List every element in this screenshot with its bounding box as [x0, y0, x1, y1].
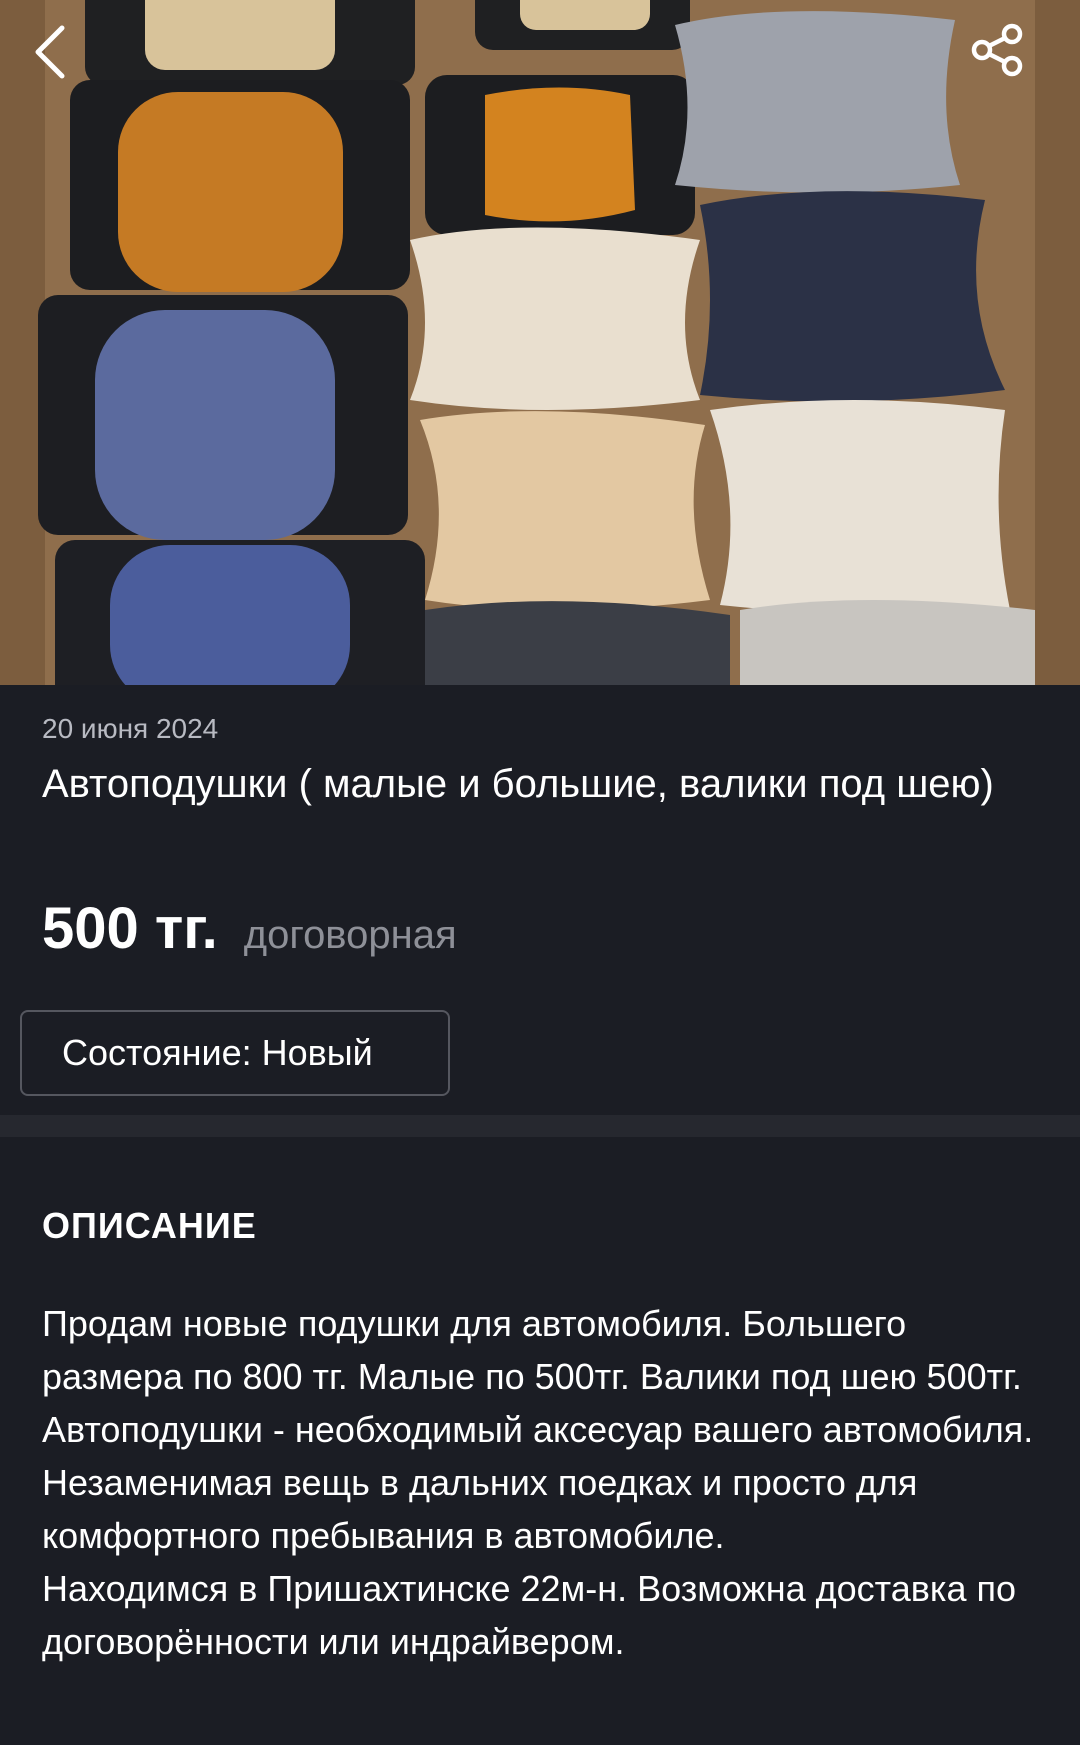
condition-label: Состояние: Новый	[62, 1032, 373, 1073]
listing-price: 500 тг.	[42, 896, 218, 961]
condition-chip: Состояние: Новый	[20, 1010, 450, 1096]
share-button[interactable]	[970, 22, 1050, 102]
product-photo[interactable]	[0, 0, 1080, 685]
listing-title: Автоподушки ( малые и большие, валики по…	[42, 762, 994, 806]
car-pillows-illustration	[0, 0, 1080, 685]
listing-details: 20 июня 2024 Автоподушки ( малые и больш…	[0, 685, 1080, 1115]
description-section: ОПИСАНИЕ Продам новые подушки для автомо…	[0, 1137, 1080, 1745]
section-divider	[0, 1115, 1080, 1137]
description-heading: ОПИСАНИЕ	[42, 1205, 257, 1246]
chevron-left-icon	[35, 25, 65, 79]
price-row: 500 тг. договорная	[42, 895, 457, 962]
listing-date: 20 июня 2024	[42, 713, 219, 744]
price-note: договорная	[243, 913, 457, 957]
back-button[interactable]	[30, 22, 110, 102]
description-text: Продам новые подушки для автомобиля. Бол…	[42, 1303, 1034, 1662]
share-icon	[971, 23, 1023, 77]
